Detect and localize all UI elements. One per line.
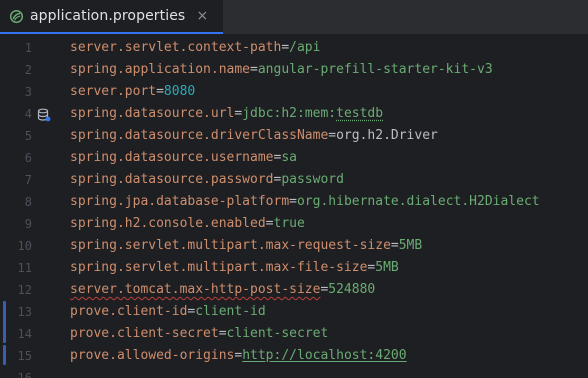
property-key: spring.datasource.driverClassName [70, 128, 329, 143]
code-line: spring.datasource.password=password [70, 169, 344, 191]
code-line: server.tomcat.max-http-post-size=524880 [70, 279, 375, 301]
line-number-gutter: 1 2 3 4 5 6 7 8 9 10 11 12 13 14 15 16 [0, 35, 62, 378]
property-key: spring.servlet.multipart.max-request-siz… [70, 238, 391, 253]
line-number: 1 [24, 41, 32, 55]
property-value: 5MB [375, 260, 399, 275]
line-number: 4 [24, 107, 32, 121]
property-value: org.h2.Driver [336, 128, 438, 143]
editor-tab-bar: application.properties × [0, 0, 588, 35]
property-key: spring.jpa.database-platform [70, 194, 290, 209]
property-value: 524880 [328, 282, 376, 297]
property-key-warning[interactable]: server.tomcat.max-http-post-size [70, 282, 320, 297]
code-line: spring.application.name=angular-prefill-… [70, 59, 493, 81]
code-line: prove.client-secret=client-secret [70, 323, 328, 345]
property-value: 8080 [163, 84, 196, 99]
code-line: server.port=8080 [70, 81, 195, 103]
property-key: server.port [70, 84, 157, 99]
property-value-db-name[interactable]: testdb [336, 106, 383, 121]
property-key: spring.servlet.multipart.max-file-size [70, 260, 368, 275]
equals-sign: = [265, 216, 274, 231]
property-value: client-id [195, 304, 266, 319]
database-icon[interactable] [37, 107, 51, 122]
equals-sign: = [281, 40, 290, 55]
line-number: 6 [24, 151, 32, 165]
code-editor[interactable]: 1 2 3 4 5 6 7 8 9 10 11 12 13 14 15 16 s… [0, 35, 588, 378]
close-icon[interactable]: × [195, 8, 209, 24]
property-value: angular-prefill-starter-kit-v3 [257, 62, 493, 77]
property-key: spring.application.name [70, 62, 251, 77]
vcs-change-marker[interactable] [3, 345, 6, 365]
equals-sign: = [250, 62, 258, 77]
tab-application-properties[interactable]: application.properties × [0, 0, 224, 34]
property-value-url-link[interactable]: http://localhost:4200 [242, 348, 406, 363]
line-number: 7 [24, 173, 32, 187]
line-number: 3 [24, 85, 32, 99]
line-number: 10 [17, 239, 32, 253]
line-number: 16 [17, 371, 32, 378]
property-value: jdbc:h2:mem: [242, 106, 337, 121]
code-line: server.servlet.context-path=/api [70, 37, 320, 59]
property-value: password [281, 172, 344, 187]
line-number: 9 [24, 217, 32, 231]
equals-sign: = [390, 238, 399, 253]
code-line: spring.servlet.multipart.max-request-siz… [70, 235, 422, 257]
property-key: spring.datasource.password [70, 172, 274, 187]
property-key: prove.client-id [70, 304, 188, 319]
code-line: spring.datasource.driverClassName=org.h2… [70, 125, 438, 147]
code-line: spring.jpa.database-platform=org.hiberna… [70, 191, 540, 213]
property-value: true [273, 216, 305, 231]
code-line: prove.client-id=client-id [70, 301, 266, 323]
line-number: 11 [17, 261, 32, 275]
code-line: spring.datasource.username=sa [70, 147, 297, 169]
property-key: spring.h2.console.enabled [70, 216, 266, 231]
code-line: prove.allowed-origins=http://localhost:4… [70, 345, 407, 367]
code-line: spring.h2.console.enabled=true [70, 213, 305, 235]
property-key: spring.datasource.username [70, 150, 274, 165]
property-value: client-secret [226, 326, 329, 341]
vcs-change-marker[interactable] [3, 301, 6, 343]
spring-leaf-icon [8, 8, 24, 24]
equals-sign: = [289, 194, 297, 209]
code-line: spring.datasource.url=jdbc:h2:mem:testdb [70, 103, 383, 125]
ide-window: application.properties × 1 2 3 4 5 6 7 8… [0, 0, 588, 378]
property-value: sa [281, 150, 297, 165]
line-number: 8 [24, 195, 32, 209]
tab-label: application.properties [30, 8, 186, 24]
equals-sign: = [218, 326, 227, 341]
property-key: prove.allowed-origins [70, 348, 235, 363]
property-key: spring.datasource.url [70, 106, 235, 121]
line-number: 5 [24, 129, 32, 143]
property-value: /api [289, 40, 321, 55]
line-number: 2 [24, 63, 32, 77]
equals-sign: = [156, 84, 164, 99]
code-content[interactable]: server.servlet.context-path=/api spring.… [70, 35, 588, 378]
property-value: 5MB [398, 238, 423, 253]
property-key: prove.client-secret [70, 326, 219, 341]
equals-sign: = [328, 128, 337, 143]
code-line: spring.servlet.multipart.max-file-size=5… [70, 257, 399, 279]
property-value: org.hibernate.dialect.H2Dialect [296, 194, 540, 209]
line-number: 12 [17, 283, 32, 297]
property-key: server.servlet.context-path [70, 40, 282, 55]
